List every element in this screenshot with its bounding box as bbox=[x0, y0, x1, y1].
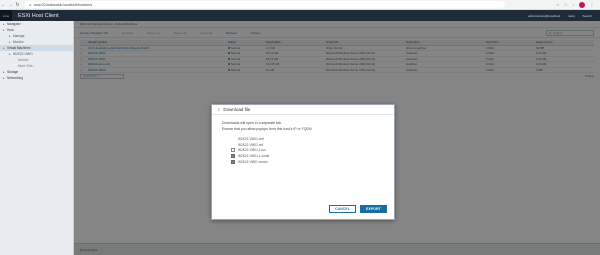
lock-icon: ● bbox=[29, 2, 32, 7]
file-item[interactable]: ✓ W2K22-VM01.nvram bbox=[231, 159, 394, 165]
sidebar-item-label: Monitor bbox=[13, 40, 24, 44]
navigator-sidebar: ▸ Navigator ▸ Host ▸ Manage ▸ Monitor ▸ Virtual M… bbox=[0, 21, 74, 255]
dialog-header: ⇩ Download file bbox=[212, 105, 394, 115]
export-button[interactable]: EXPORT bbox=[360, 205, 387, 213]
file-name: W2K22-VM01.nvf bbox=[238, 142, 263, 147]
sidebar-item-label: Storage bbox=[7, 70, 19, 74]
help-menu[interactable]: Help bbox=[568, 14, 574, 18]
address-bar[interactable]: ● esxi-02.brainsclub.local/ui/#/host/vms bbox=[25, 1, 505, 8]
forward-icon[interactable]: → bbox=[7, 1, 14, 9]
app-header: vmw ESXi Host Client administrator@local… bbox=[0, 10, 600, 21]
file-name: W2K22-VM01-1.iso bbox=[238, 148, 266, 153]
sidebar-item-label: Manage bbox=[13, 34, 25, 38]
sidebar-item-label: Host bbox=[7, 28, 14, 32]
file-name: W2K22-VM01.nvram bbox=[238, 160, 268, 165]
url-text: esxi-02.brainsclub.local/ui/#/host/vms bbox=[34, 2, 93, 7]
sidebar-item-label: Monitor bbox=[18, 58, 29, 62]
browser-toolbar: ← → ↻ ● esxi-02.brainsclub.local/ui/#/ho… bbox=[0, 0, 600, 10]
file-checkbox[interactable]: ✓ bbox=[231, 154, 235, 159]
reload-icon[interactable]: ↻ bbox=[14, 1, 21, 9]
dialog-title: Download file bbox=[223, 107, 251, 112]
sidebar-item-label: Virtual Machines bbox=[7, 46, 31, 50]
dialog-message: Downloads will open in a separate tab. E… bbox=[212, 115, 394, 132]
sidebar-item-label: Navigator bbox=[7, 22, 21, 26]
dialog-buttons: CANCEL EXPORT bbox=[329, 205, 387, 213]
star-icon[interactable]: ☆ bbox=[556, 2, 560, 7]
cancel-button[interactable]: CANCEL bbox=[329, 205, 356, 213]
sidebar-item-label: W2K22-VM01 bbox=[13, 52, 33, 56]
back-icon[interactable]: ← bbox=[0, 1, 7, 9]
file-checkbox[interactable]: ✓ bbox=[231, 160, 235, 165]
extensions-icon[interactable]: □ bbox=[565, 2, 567, 7]
file-name: W2K22-VM01.vmf bbox=[238, 136, 264, 141]
vmware-logo: vmw bbox=[0, 10, 12, 21]
menu-icon[interactable]: ⋮ bbox=[590, 2, 594, 7]
sidebar-item[interactable]: ▸ Networking bbox=[0, 75, 73, 81]
download-icon: ⇩ bbox=[217, 107, 221, 112]
user-menu[interactable]: administrator@localhost bbox=[528, 14, 560, 18]
profile-avatar[interactable] bbox=[579, 1, 585, 8]
file-name: W2K22-VM01-1.vmdk bbox=[238, 154, 270, 159]
sidebar-item-label: More VMs... bbox=[18, 64, 36, 68]
app-title: ESXi Host Client bbox=[18, 12, 59, 19]
download-icon[interactable]: ↓ bbox=[572, 2, 574, 7]
file-list: W2K22-VM01.vmf W2K22-VM01.nvf W2K22-VM01-1… bbox=[212, 132, 394, 165]
download-file-dialog: ⇩ Download file Downloads will open in a… bbox=[211, 104, 395, 220]
header-search[interactable]: Search bbox=[582, 14, 592, 18]
sidebar-item-label: Networking bbox=[7, 76, 23, 80]
file-checkbox[interactable] bbox=[231, 148, 235, 153]
